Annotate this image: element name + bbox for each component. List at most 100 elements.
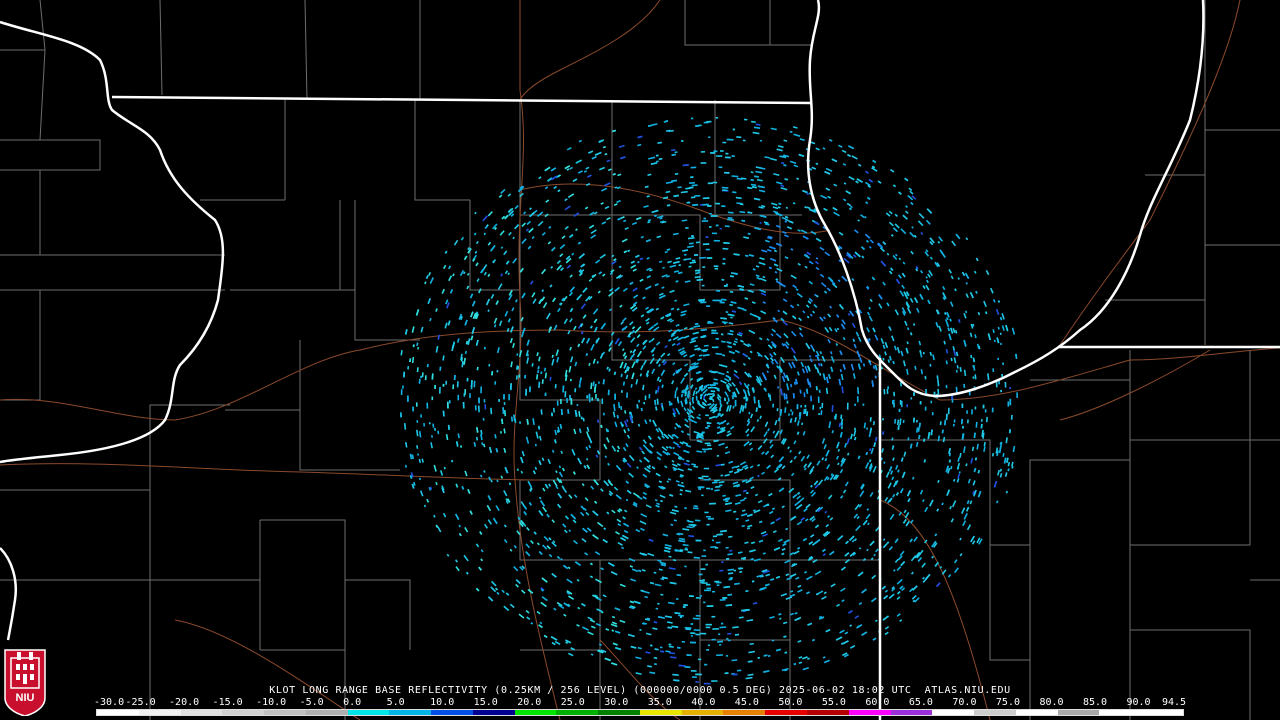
radar-echo (715, 224, 719, 227)
radar-echo (818, 389, 821, 393)
radar-echo (446, 401, 449, 409)
radar-echo (821, 402, 824, 408)
radar-echo (899, 400, 902, 405)
radar-echo (726, 637, 729, 640)
scale-label: 94.5 (1162, 697, 1187, 708)
radar-echo (734, 399, 737, 407)
radar-echo (597, 398, 599, 402)
radar-echo (474, 405, 477, 411)
radar-echo (818, 412, 820, 416)
radar-echo (693, 556, 700, 559)
radar-echo (434, 385, 436, 389)
radar-echo (724, 672, 729, 675)
radar-echo (681, 640, 686, 643)
colorbar-segment (1141, 710, 1183, 715)
radar-echo (598, 381, 600, 384)
radar-echo (508, 393, 510, 401)
colorbar-segment (347, 710, 390, 715)
colorbar-segment (222, 710, 265, 715)
radar-echo (701, 555, 707, 557)
radar-echo (722, 597, 726, 599)
radar-echo (576, 404, 579, 407)
radar-echo (439, 387, 441, 394)
radar-echo (707, 425, 710, 427)
radar-echo (924, 406, 927, 411)
radar-echo (702, 197, 710, 200)
radar-echo (713, 239, 720, 242)
scale-label: 90.0 (1126, 697, 1151, 708)
radar-echo (498, 399, 500, 402)
radar-echo (690, 632, 696, 635)
scale-label: 60.0 (865, 697, 890, 708)
scale-label: 45.0 (734, 697, 759, 708)
scale-label: 35.0 (647, 697, 672, 708)
radar-echo (772, 403, 775, 408)
radar-echo (466, 377, 469, 382)
radar-echo (726, 557, 730, 560)
radar-echo (698, 477, 704, 480)
radar-echo (707, 321, 714, 324)
radar-echo (698, 658, 702, 661)
radar-echo (714, 547, 719, 549)
colorbar-segment (305, 710, 348, 715)
radar-echo (800, 405, 802, 408)
radar-echo (412, 406, 414, 412)
radar-echo (712, 181, 718, 184)
scale-label: 5.0 (386, 697, 405, 708)
radar-echo (892, 399, 895, 404)
colorbar-segment (138, 710, 181, 715)
radar-echo (494, 381, 497, 385)
radar-echo (569, 378, 572, 382)
niu-logo: NIU (4, 649, 46, 716)
radar-echo (442, 383, 445, 387)
radar-echo (953, 419, 956, 423)
colorbar-segment (807, 710, 849, 715)
scale-label: -15.0 (212, 697, 243, 708)
radar-echo (974, 406, 977, 410)
radar-echo (1009, 399, 1012, 406)
radar-echo (700, 568, 706, 570)
radar-echo (660, 403, 663, 406)
colorbar-segment (765, 710, 808, 715)
radar-echo (721, 205, 726, 208)
radar-echo (710, 152, 715, 154)
scale-label: 40.0 (691, 697, 716, 708)
radar-echo (716, 155, 723, 157)
radar-echo (706, 587, 711, 590)
radar-echo (718, 166, 723, 169)
radar-echo (566, 397, 568, 403)
radar-echo (700, 162, 707, 164)
radar-echo (725, 283, 729, 286)
radar-echo (702, 448, 709, 451)
radar-echo (503, 394, 505, 400)
radar-echo (1007, 401, 1010, 407)
radar-echo (426, 402, 429, 409)
colorbar-segment (431, 710, 473, 715)
radar-echo (711, 680, 718, 682)
radar-echo (702, 266, 706, 268)
radar-echo (415, 402, 418, 407)
radar-echo (721, 278, 725, 281)
radar-echo (695, 125, 700, 127)
radar-echo (726, 401, 729, 405)
radar-echo (972, 376, 975, 379)
radar-echo (963, 383, 966, 388)
radar-echo (400, 389, 403, 396)
radar-echo (722, 141, 727, 144)
radar-echo (695, 539, 702, 542)
radar-echo (690, 623, 694, 625)
radar-echo (695, 395, 698, 401)
colorbar-segment (1015, 710, 1058, 715)
colorbar-segment (264, 710, 306, 715)
radar-echo (588, 393, 591, 399)
radar-echo (715, 541, 721, 544)
radar-echo (703, 601, 706, 604)
radar-echo (709, 213, 712, 215)
radar-echo (644, 395, 647, 401)
radar-echo (724, 156, 731, 159)
colorbar-segment (514, 710, 557, 715)
radar-echo (1016, 392, 1018, 399)
radar-echo (711, 232, 718, 235)
radar-echo (1000, 389, 1002, 393)
radar-echo (586, 395, 589, 399)
